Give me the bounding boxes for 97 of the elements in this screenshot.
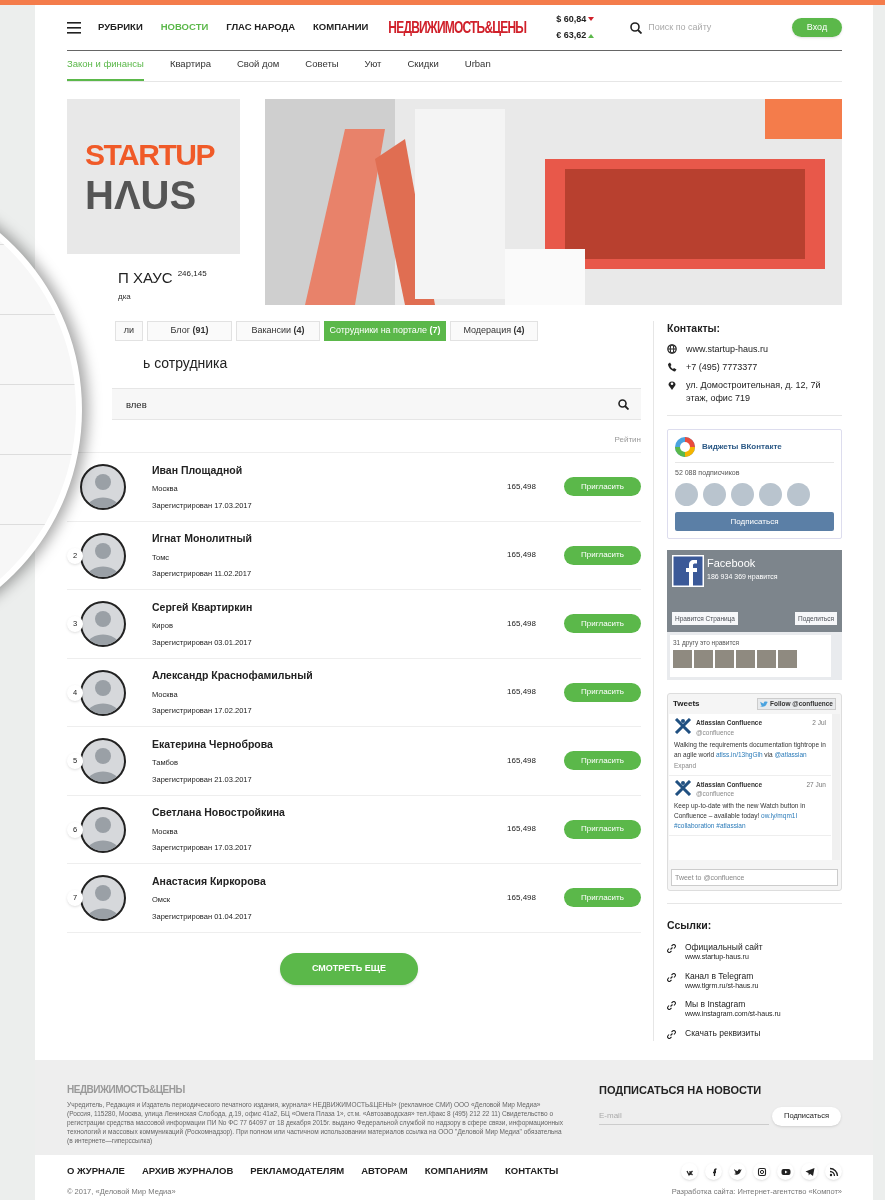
widget-title[interactable]: Виджеты ВКонтакте [702,440,782,453]
exchange-rate: € 63,62 [556,29,587,42]
subscriber-avatar[interactable] [703,483,726,507]
twitter-icon [732,1166,743,1177]
company-logo: STARTUP HΛUS [67,99,240,254]
link-title[interactable]: Канал в Telegram [685,970,759,981]
links-title: Ссылки: [667,918,713,934]
facebook-logo-icon [672,555,704,588]
footer-nav-link[interactable]: КОНТАКТЫ [505,1164,559,1179]
employee-rating: 165,498 [507,549,536,562]
link-icon [667,1029,676,1039]
menu-icon [67,21,81,34]
phone-icon [667,361,677,372]
search-icon [618,399,629,410]
contact-text: ул. Домостроительная, д. 12, 7й этаж, офис 719 [686,378,822,405]
telegram-icon [804,1166,815,1177]
category-tab[interactable]: Советы [305,56,339,81]
photo-placeholder[interactable] [736,650,755,668]
exchange-rate: $ 60,84 [556,12,587,26]
section-title: ь сотрудника [142,354,229,373]
footer-nav-link[interactable]: КОМПАНИЯМ [424,1164,488,1179]
link-icon [667,972,676,982]
youtube-icon [780,1166,791,1177]
site-logo[interactable]: НЕДВИЖИМОСТЬ&ЦЕНЫ [388,15,527,40]
employee-name[interactable]: Анастасия Киркорова [152,873,266,890]
social-link[interactable] [825,1163,842,1180]
employee-name[interactable]: Александр Краснофамильный [152,668,313,684]
subscribe-button[interactable]: Подписаться [675,512,834,532]
contact-text[interactable]: www.startup-haus.ru [686,342,769,356]
photo-placeholder[interactable] [694,650,713,668]
photo-placeholder[interactable] [673,650,692,668]
profile-tab[interactable]: Вакансии (4) [236,321,320,341]
footer-nav-link[interactable]: АВТОРАМ [361,1164,408,1179]
widget-title: Tweets [673,698,700,711]
employee-rating: 165,498 [507,617,536,630]
subscriber-avatar[interactable] [731,483,754,507]
search-icon [630,21,643,34]
link-title[interactable]: Скачать реквизиты [685,1027,761,1038]
employee-rating: 165,498 [507,891,536,904]
nav-link[interactable]: КОМПАНИИ [313,20,369,35]
widget-logo-icon [675,436,695,457]
footer-nav-link[interactable]: РЕКЛАМОДАТЕЛЯМ [250,1164,345,1179]
employee-name[interactable]: Светлана Новостройкина [152,805,285,821]
link-title[interactable]: Мы в Instagram [685,999,781,1009]
rss-icon [828,1166,839,1177]
column-header: Рейтин [614,434,641,446]
map-pin-icon [667,379,677,390]
employee-name[interactable]: Иван Площадной [152,462,252,479]
photo-placeholder[interactable] [715,650,734,668]
social-link[interactable] [705,1163,722,1180]
company-type: дка [118,291,131,303]
link-title[interactable]: Официальный сайт [685,942,763,952]
nav-link[interactable]: ГЛАС НАРОДА [226,20,296,35]
scrollbar[interactable] [832,714,840,861]
globe-icon [667,343,677,354]
social-link[interactable] [777,1163,794,1180]
contacts-title: Контакты: [667,321,721,336]
category-tab[interactable]: Квартира [169,56,211,81]
photo-placeholder[interactable] [778,650,797,668]
category-tab[interactable]: Urban [464,56,491,81]
social-link[interactable] [729,1163,746,1180]
link-icon [667,1001,676,1010]
social-link[interactable] [801,1163,818,1180]
instagram-icon [756,1166,767,1177]
logo-icon [674,779,692,796]
employee-name[interactable]: Сергей Квартиркин [152,599,253,616]
bird-icon [759,700,768,708]
subscriber-avatar[interactable] [675,483,698,507]
category-tab[interactable]: Уют [364,56,382,81]
profile-tab[interactable]: ли [115,321,143,341]
employee-rating: 165,498 [507,686,536,699]
profile-tab[interactable]: Модерация (4) [450,321,538,341]
profile-tab[interactable]: Блог (91) [147,321,232,341]
logo-icon [674,718,692,735]
employee-search-field[interactable]: влев [112,388,641,420]
photo-placeholder[interactable] [757,650,776,668]
nav-link[interactable]: РУБРИКИ [98,20,143,35]
page-title[interactable]: Facebook [707,555,778,572]
subscribe-title: ПОДПИСАТЬСЯ НА НОВОСТИ [599,1083,763,1098]
contact-text: +7 (495) 7773377 [686,360,758,374]
link-icon [667,944,676,953]
category-tab[interactable]: Скидки [407,56,439,81]
footer-nav-link[interactable]: АРХИВ ЖУРНАЛОВ [141,1164,234,1179]
subscriber-avatar[interactable] [759,483,782,507]
company-name: П ХАУС [118,268,173,288]
company-rating: 246,145 [177,268,207,280]
employee-name[interactable]: Екатерина Черноброва [152,736,273,753]
subscriber-avatar[interactable] [787,483,810,507]
employee-rating: 165,498 [507,754,536,767]
employee-name[interactable]: Игнат Монолитный [152,531,252,547]
employee-rating: 165,498 [507,480,536,493]
social-link[interactable] [681,1163,698,1180]
search-field[interactable]: Поиск по сайту [648,20,769,35]
category-tab[interactable]: Свой дом [236,56,280,81]
employee-rating: 165,498 [507,823,536,836]
social-link[interactable] [753,1163,770,1180]
footer-nav-link[interactable]: О ЖУРНАЛЕ [67,1164,125,1179]
